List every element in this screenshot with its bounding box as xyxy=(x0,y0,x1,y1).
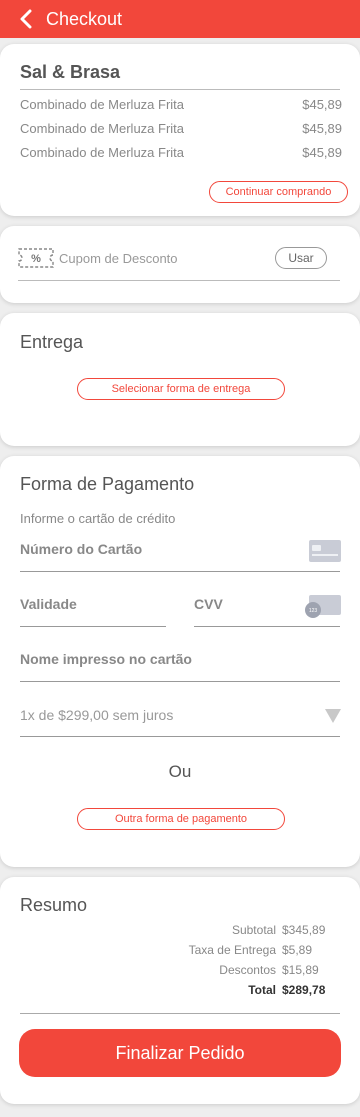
delivery-card: Entrega Selecionar forma de entrega xyxy=(0,313,360,446)
discounts-row: Descontos $15,89 xyxy=(219,963,334,977)
coupon-card: % Cupom de Desconto Usar xyxy=(0,226,360,303)
store-name: Sal & Brasa xyxy=(20,62,121,82)
summary-card: Resumo Subtotal $345,89 Taxa de Entrega … xyxy=(0,877,360,1104)
item-name: Combinado de Merluza Frita xyxy=(20,97,185,112)
svg-text:%: % xyxy=(31,253,41,265)
divider xyxy=(20,1013,340,1014)
continue-shopping-button[interactable]: Continuar comprando xyxy=(209,181,348,203)
cvv-card-icon: 123 xyxy=(304,595,342,624)
coupon-input-underline[interactable] xyxy=(18,280,340,281)
list-item: Combinado de Merluza Frita $45,89 xyxy=(20,97,342,112)
coupon-label: Cupom de Desconto xyxy=(59,251,178,266)
discounts-value: $15,89 xyxy=(282,963,319,977)
cardholder-name-field[interactable] xyxy=(20,681,340,682)
percent-ticket-icon: % xyxy=(18,248,54,273)
subtotal-row: Subtotal $345,89 xyxy=(232,923,334,937)
select-delivery-button[interactable]: Selecionar forma de entrega xyxy=(77,378,285,400)
item-name: Combinado de Merluza Frita xyxy=(20,145,185,160)
page-title: Checkout xyxy=(46,8,123,29)
payment-card: Forma de Pagamento Informe o cartão de c… xyxy=(0,456,360,867)
installments-underline xyxy=(20,736,340,737)
app-header: Checkout xyxy=(0,0,360,38)
item-name: Combinado de Merluza Frita xyxy=(20,121,185,136)
validity-field[interactable] xyxy=(20,626,166,627)
delivery-fee-value: $5,89 xyxy=(282,943,313,957)
card-number-label: Número do Cartão xyxy=(20,541,143,557)
subtotal-label: Subtotal xyxy=(231,923,276,937)
subtotal-value: $345,89 xyxy=(282,923,326,937)
payment-title: Forma de Pagamento xyxy=(20,474,195,494)
back-arrow-icon[interactable] xyxy=(6,0,46,38)
card-number-field[interactable] xyxy=(20,571,340,572)
list-item: Combinado de Merluza Frita $45,89 xyxy=(20,145,342,160)
cardholder-name-label: Nome impresso no cartão xyxy=(20,651,192,667)
order-items-card: Sal & Brasa Combinado de Merluza Frita $… xyxy=(0,44,360,216)
cvv-field[interactable] xyxy=(194,626,340,627)
credit-card-icon xyxy=(309,540,341,567)
other-payment-button[interactable]: Outra forma de pagamento xyxy=(77,808,285,830)
summary-title: Resumo xyxy=(20,895,88,915)
total-row: Total $289,78 xyxy=(248,983,334,997)
dropdown-triangle-icon[interactable] xyxy=(325,709,341,728)
item-price: $45,89 xyxy=(302,145,342,160)
finish-order-button[interactable]: Finalizar Pedido xyxy=(19,1029,341,1077)
installments-select[interactable]: 1x de $299,00 sem juros xyxy=(20,707,173,723)
or-separator: Ou xyxy=(168,762,192,781)
item-price: $45,89 xyxy=(302,97,342,112)
delivery-fee-row: Taxa de Entrega $5,89 xyxy=(189,943,334,957)
total-label: Total xyxy=(248,983,276,997)
validity-label: Validade xyxy=(20,596,77,612)
delivery-fee-label: Taxa de Entrega xyxy=(188,943,276,957)
delivery-title: Entrega xyxy=(20,332,84,352)
divider xyxy=(20,89,340,90)
item-price: $45,89 xyxy=(302,121,342,136)
use-coupon-button[interactable]: Usar xyxy=(275,247,327,269)
cvv-badge-text: 123 xyxy=(309,608,318,614)
cvv-label: CVV xyxy=(194,596,223,612)
total-value: $289,78 xyxy=(282,983,326,997)
list-item: Combinado de Merluza Frita $45,89 xyxy=(20,121,342,136)
payment-hint: Informe o cartão de crédito xyxy=(20,511,176,526)
discounts-label: Descontos xyxy=(219,963,276,977)
